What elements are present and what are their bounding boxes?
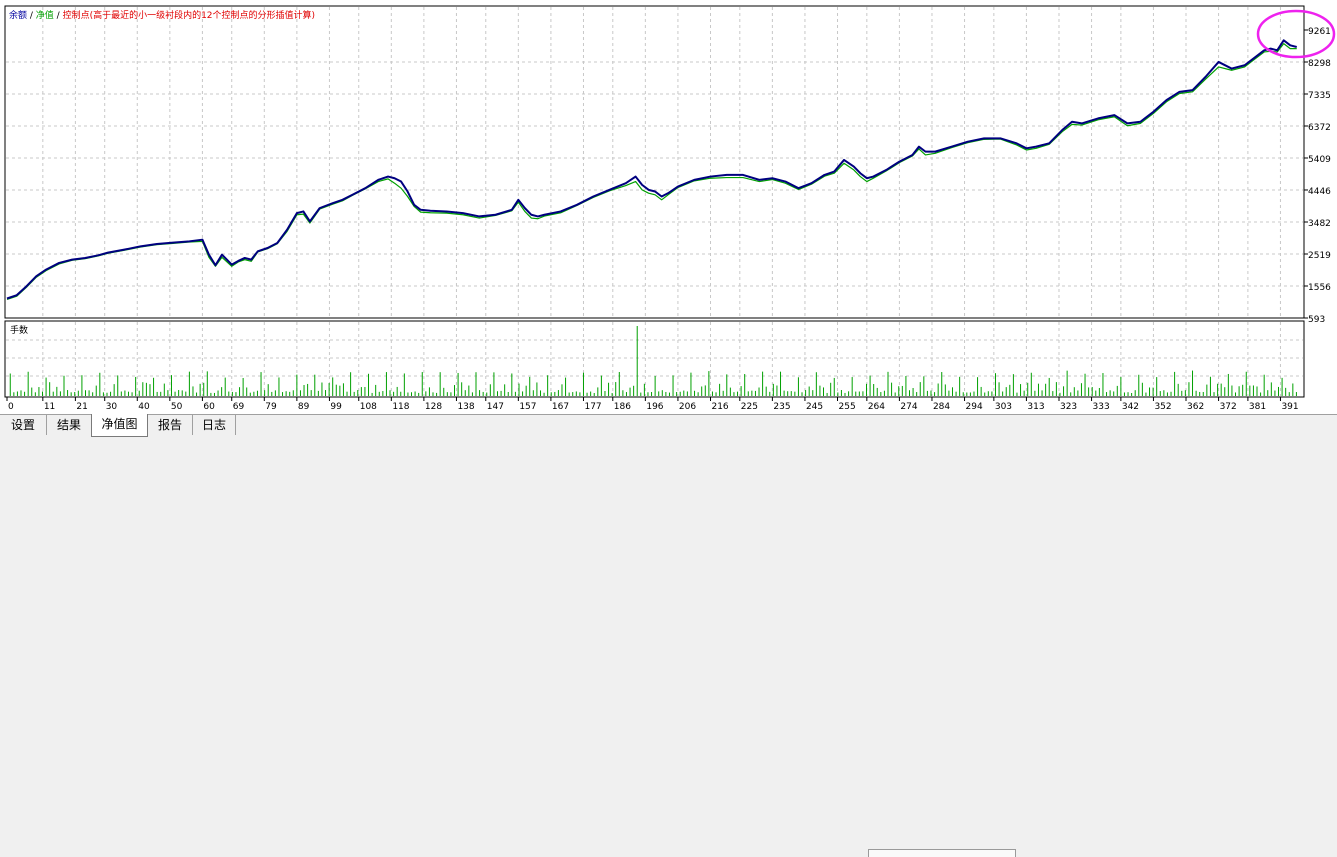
tab-settings[interactable]: 设置 xyxy=(0,415,47,435)
x-tick-label: 196 xyxy=(646,402,663,412)
y-tick-label: 2519 xyxy=(1308,251,1331,261)
y-tick-label: 7335 xyxy=(1308,91,1331,101)
x-tick-label: 391 xyxy=(1281,402,1298,412)
header-part: / xyxy=(54,11,63,21)
x-tick-label: 99 xyxy=(330,402,342,412)
x-tick-label: 225 xyxy=(741,402,758,412)
y-tick-label: 1556 xyxy=(1308,283,1331,293)
y-tick-label: 5409 xyxy=(1308,155,1331,165)
y-tick-label: 3482 xyxy=(1308,219,1331,229)
x-tick-label: 30 xyxy=(106,402,118,412)
x-tick-label: 372 xyxy=(1220,402,1237,412)
y-tick-label: 8298 xyxy=(1308,59,1331,69)
header-part: / xyxy=(27,11,36,21)
equity-chart: 余额 / 净值 / 控制点(高于最近的小一级衬段内的12个控制点的分形插值计算)… xyxy=(0,0,1337,414)
x-tick-label: 206 xyxy=(679,402,696,412)
header-part: 余额 xyxy=(9,9,27,21)
x-tick-label: 264 xyxy=(868,402,885,412)
tab-equity-chart[interactable]: 净值图 xyxy=(91,414,148,437)
y-tick-label: 9261 xyxy=(1308,27,1331,37)
x-tick-label: 50 xyxy=(171,402,183,412)
x-tick-label: 274 xyxy=(900,402,917,412)
x-tick-label: 60 xyxy=(203,402,215,412)
tab-report[interactable]: 报告 xyxy=(148,415,193,435)
x-tick-label: 0 xyxy=(8,402,14,412)
x-tick-label: 157 xyxy=(519,402,536,412)
x-tick-label: 69 xyxy=(233,402,245,412)
x-tick-label: 147 xyxy=(487,402,504,412)
window-stub xyxy=(868,849,1016,857)
x-tick-label: 381 xyxy=(1249,402,1266,412)
tab-journal[interactable]: 日志 xyxy=(193,415,236,435)
x-tick-label: 333 xyxy=(1093,402,1110,412)
main-plot-frame xyxy=(4,5,1305,319)
x-tick-label: 138 xyxy=(457,402,474,412)
x-tick-label: 89 xyxy=(298,402,310,412)
x-tick-label: 186 xyxy=(614,402,631,412)
x-tick-label: 255 xyxy=(839,402,856,412)
x-tick-label: 118 xyxy=(392,402,409,412)
x-tick-label: 323 xyxy=(1060,402,1077,412)
tab-results[interactable]: 结果 xyxy=(47,415,92,435)
x-tick-label: 245 xyxy=(806,402,823,412)
x-tick-label: 11 xyxy=(44,402,55,412)
x-tick-label: 79 xyxy=(265,402,277,412)
bottom-tab-bar: 设置 结果 净值图 报告 日志 xyxy=(0,414,1337,857)
x-tick-label: 108 xyxy=(360,402,377,412)
x-tick-label: 352 xyxy=(1154,402,1171,412)
x-tick-label: 294 xyxy=(966,402,983,412)
x-tick-label: 284 xyxy=(933,402,950,412)
x-tick-label: 313 xyxy=(1027,402,1044,412)
chart-header-legend: 余额 / 净值 / 控制点(高于最近的小一级衬段内的12个控制点的分形插值计算) xyxy=(9,9,315,21)
header-part: 控制点(高于最近的小一级衬段内的12个控制点的分形插值计算) xyxy=(63,9,315,21)
y-tick-label: 4446 xyxy=(1308,187,1331,197)
x-tick-label: 21 xyxy=(76,402,87,412)
y-tick-label: 593 xyxy=(1308,315,1325,325)
x-tick-label: 342 xyxy=(1122,402,1139,412)
x-tick-label: 235 xyxy=(773,402,790,412)
x-tick-label: 167 xyxy=(552,402,569,412)
x-tick-label: 216 xyxy=(711,402,728,412)
y-tick-label: 6372 xyxy=(1308,123,1331,133)
x-tick-label: 303 xyxy=(995,402,1012,412)
x-tick-label: 177 xyxy=(584,402,601,412)
x-tick-label: 40 xyxy=(138,402,150,412)
x-tick-label: 362 xyxy=(1187,402,1204,412)
x-tick-label: 128 xyxy=(425,402,442,412)
volume-panel-label: 手数 xyxy=(10,324,28,336)
header-part: 净值 xyxy=(36,9,54,21)
